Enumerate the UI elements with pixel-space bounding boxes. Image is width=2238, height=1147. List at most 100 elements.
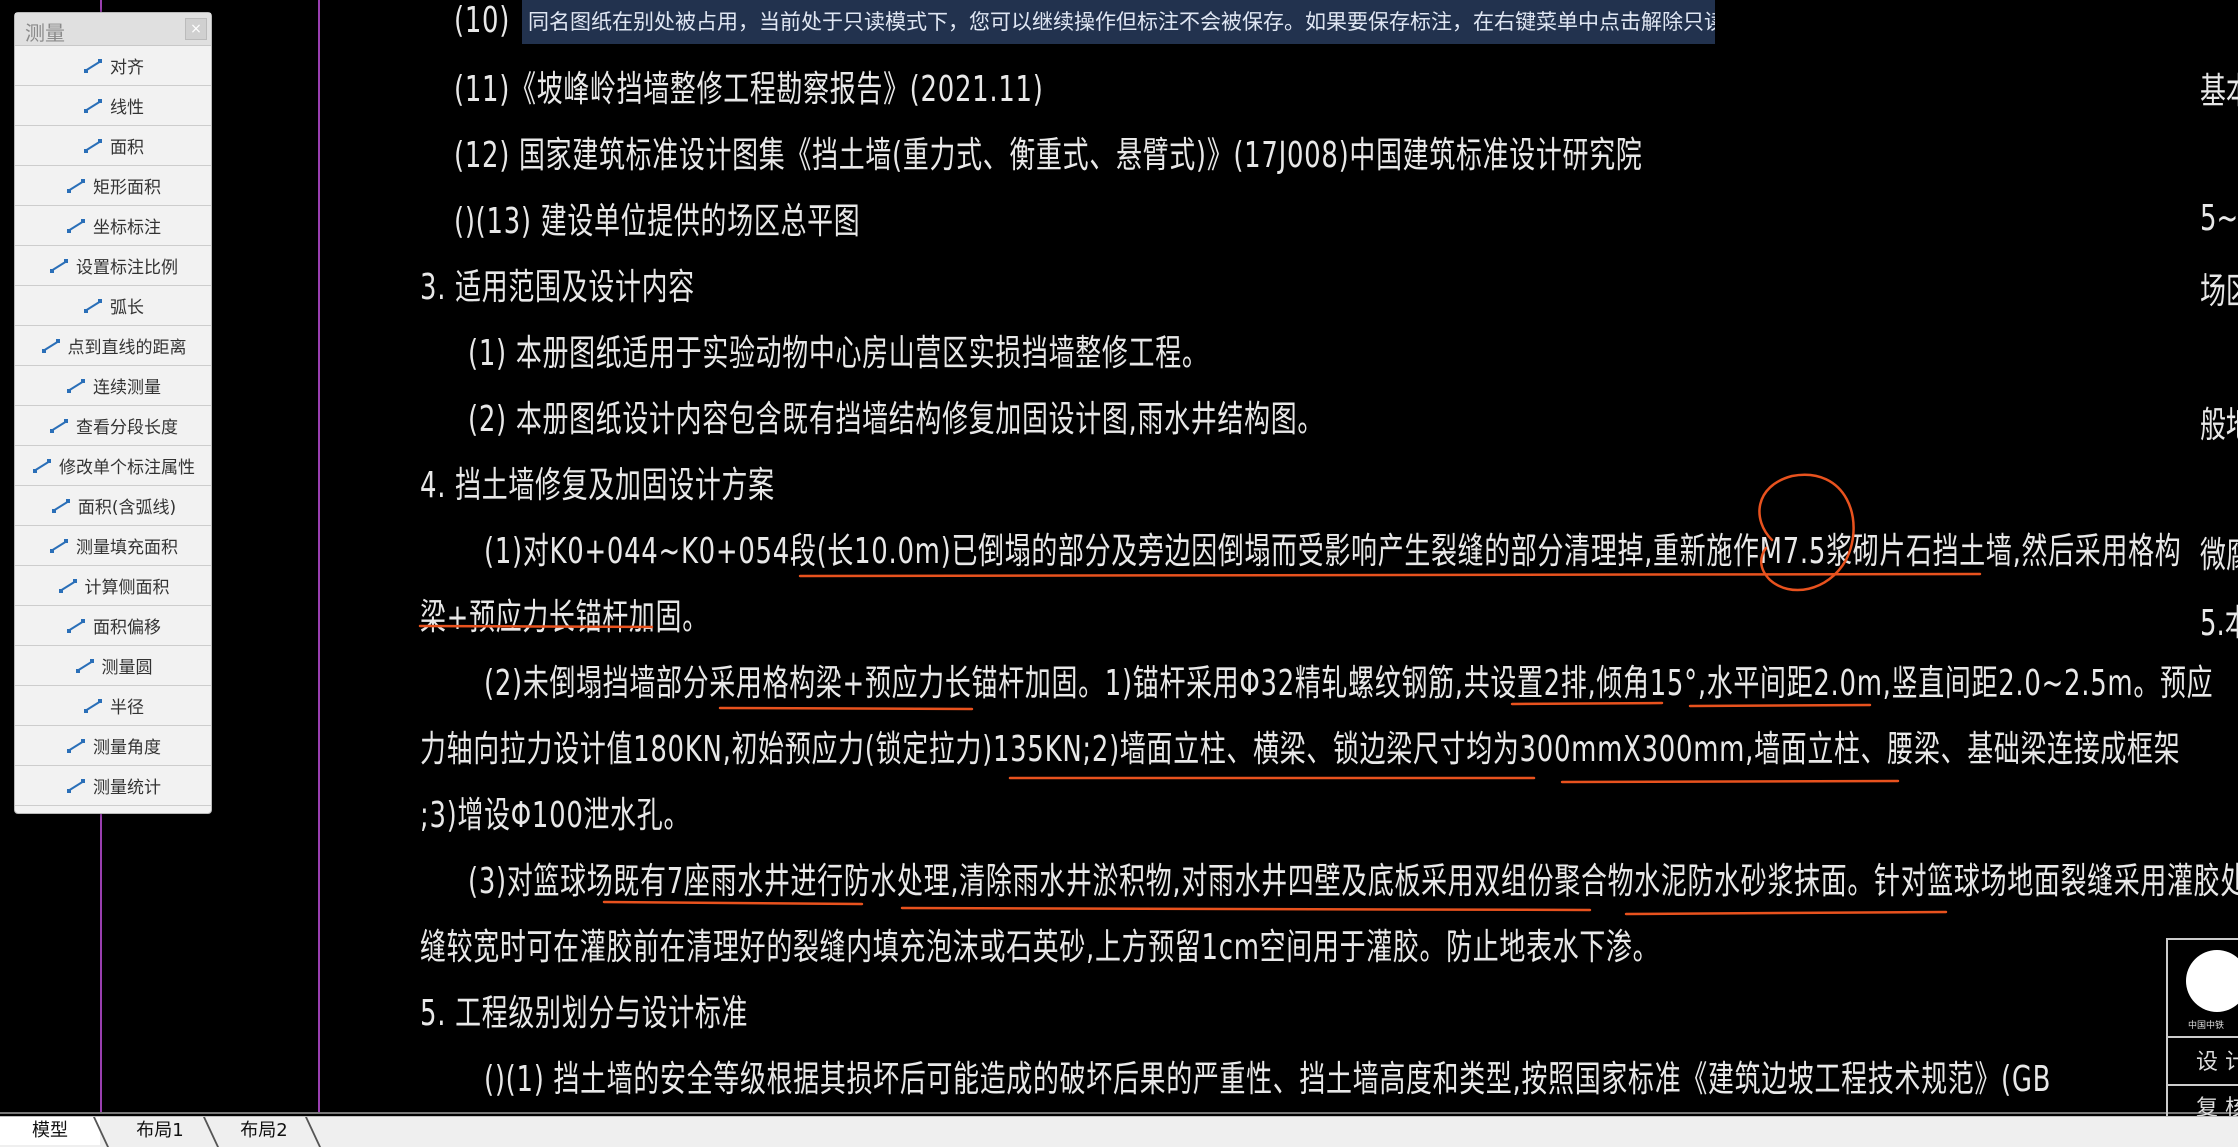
measure-tool-label: 连续测量 xyxy=(93,378,161,398)
drawing-canvas[interactable]: (10) (11)《坡峰岭挡墙整修工程勘察报告》(2021.11) (12) 国… xyxy=(0,0,2238,1116)
measure-tool-fill-area[interactable]: 测量填充面积 xyxy=(15,526,211,566)
section-heading-4: 4. 挡土墙修复及加固设计方案 xyxy=(420,465,775,506)
doc-line-4-2a: (2)未倒塌挡墙部分采用格构梁+预应力长锚杆加固。1)锚杆采用Φ32精轧螺纹钢筋… xyxy=(484,663,2214,704)
measure-tool-area[interactable]: 面积 xyxy=(15,126,211,166)
circle-icon xyxy=(74,657,96,675)
measure-tool-label: 计算侧面积 xyxy=(84,578,170,598)
measure-tool-side-area[interactable]: 计算侧面积 xyxy=(15,566,211,606)
doc-line-4-3a: (3)对篮球场既有7座雨水井进行防水处理,清除雨水井淤积物,对雨水井四壁及底板采… xyxy=(468,861,2238,902)
title-block-design: 设 计 xyxy=(2196,1050,2238,1075)
frame-line-right xyxy=(318,0,320,1112)
measure-tool-label: 坐标标注 xyxy=(93,218,161,238)
measure-tool-linear[interactable]: 线性 xyxy=(15,86,211,126)
measure-tool-label: 线性 xyxy=(110,98,144,118)
measure-tool-segment[interactable]: 查看分段长度 xyxy=(15,406,211,446)
layout-tab-bar: 模型 布局1 布局2 xyxy=(0,1116,2238,1147)
coordinate-icon xyxy=(65,217,87,235)
right-text-2: 5~ xyxy=(2200,198,2238,239)
measure-tool-statistics[interactable]: 测量统计 xyxy=(15,766,211,806)
title-block-review: 复 核 xyxy=(2196,1096,2238,1116)
arc-area-icon xyxy=(50,497,72,515)
doc-line-3-1: (1) 本册图纸适用于实验动物中心房山营区实损挡墙整修工程。 xyxy=(468,333,1209,374)
continuous-icon xyxy=(65,377,87,395)
measure-panel: 测量 × 对齐线性面积矩形面积坐标标注设置标注比例 弧长点到直线的距离 连续测量查看… xyxy=(14,12,212,814)
doc-line-4-1a: (1)对K0+044~K0+054段(长10.0m)已倒塌的部分及旁边因倒塌而受… xyxy=(484,531,2182,572)
doc-line-4-2b: 力轴向拉力设计值180KN,初始预应力(锁定拉力)135KN;2)墙面立柱、横梁… xyxy=(420,729,2181,770)
doc-line-13: ()(13) 建设单位提供的场区总平图 xyxy=(454,201,861,242)
right-text-6: 5.本 xyxy=(2200,603,2238,644)
measure-tool-label: 对齐 xyxy=(110,58,144,78)
measure-tool-arc[interactable]: 弧长 xyxy=(15,286,211,326)
underline-mark xyxy=(1624,910,1948,916)
measure-tool-area-offset[interactable]: 面积偏移 xyxy=(15,606,211,646)
right-text-1: 基本 xyxy=(2200,71,2238,112)
close-icon[interactable]: × xyxy=(185,18,207,40)
measure-tool-label: 点到直线的距离 xyxy=(67,338,187,358)
frame-line-bottom xyxy=(0,1112,2238,1114)
statistics-icon xyxy=(65,777,87,795)
segment-icon xyxy=(48,417,70,435)
measure-tool-angle[interactable]: 测量角度 xyxy=(15,726,211,766)
measure-tool-label: 设置标注比例 xyxy=(76,258,178,278)
linear-icon xyxy=(82,97,104,115)
point-line-icon xyxy=(40,337,62,355)
underline-mark xyxy=(798,572,1982,578)
doc-line-3-2: (2) 本册图纸设计内容包含既有挡墙结构修复加固设计图,雨水井结构图。 xyxy=(468,399,1325,440)
measure-tool-label: 半径 xyxy=(110,698,144,718)
measure-tool-label: 测量统计 xyxy=(93,778,161,798)
measure-tool-label: 测量圆 xyxy=(101,658,153,678)
underline-mark xyxy=(1560,779,1900,784)
doc-line-12: (12) 国家建筑标准设计图集《挡土墙(重力式、衡重式、悬臂式)》(17J008… xyxy=(454,135,1643,176)
side-area-icon xyxy=(57,577,79,595)
measure-panel-title: 测量 xyxy=(25,21,65,45)
measure-tool-label: 矩形面积 xyxy=(93,178,161,198)
right-text-3: 场区 xyxy=(2200,271,2238,312)
tab-layout2[interactable]: 布局2 xyxy=(214,1117,314,1145)
right-text-5: 微腐 xyxy=(2200,535,2238,576)
measure-tool-label: 修改单个标注属性 xyxy=(59,458,195,478)
tab-layout1[interactable]: 布局1 xyxy=(110,1117,210,1145)
measure-tool-label: 测量角度 xyxy=(93,738,161,758)
scale-icon xyxy=(48,257,70,275)
area-icon xyxy=(82,137,104,155)
section-heading-5: 5. 工程级别划分与设计标准 xyxy=(420,993,749,1034)
doc-line-5-1: ()(1) 挡土墙的安全等级根据其损坏后可能造成的破坏后果的严重性、挡土墙高度和… xyxy=(484,1059,2052,1100)
measure-tool-label: 测量填充面积 xyxy=(76,538,178,558)
measure-tool-radius[interactable]: 半径 xyxy=(15,686,211,726)
measure-tool-circle[interactable]: 测量圆 xyxy=(15,646,211,686)
right-text-4: 般地 xyxy=(2200,405,2238,446)
measure-tool-rect-area[interactable]: 矩形面积 xyxy=(15,166,211,206)
measure-tool-arc-area[interactable]: 面积(含弧线) xyxy=(15,486,211,526)
doc-line-4-3b: 缝较宽时可在灌胶前在清理好的裂缝内填充泡沫或石英砂,上方预留1cm空间用于灌胶。… xyxy=(420,927,1660,968)
fill-area-icon xyxy=(48,537,70,555)
measure-tool-list: 对齐线性面积矩形面积坐标标注设置标注比例 弧长点到直线的距离 连续测量查看分段长度修… xyxy=(15,46,211,806)
company-logo xyxy=(2186,950,2238,1012)
title-block: 中国中铁 设 计 复 核 xyxy=(2166,938,2238,1116)
readonly-notice-banner: 同名图纸在别处被占用，当前处于只读模式下，您可以继续操作但标注不会被保存。如果要… xyxy=(522,0,1715,44)
radius-icon xyxy=(82,697,104,715)
doc-line-11: (11)《坡峰岭挡墙整修工程勘察报告》(2021.11) xyxy=(454,69,1044,110)
doc-line-4-2c: ;3)增设Φ100泄水孔。 xyxy=(420,795,691,836)
doc-line-4-1b: 梁+预应力长锚杆加固。 xyxy=(420,597,709,638)
doc-line-10: (10) xyxy=(454,0,511,41)
measure-tool-edit-annotation[interactable]: 修改单个标注属性 xyxy=(15,446,211,486)
measure-tool-align[interactable]: 对齐 xyxy=(15,46,211,86)
measure-tool-label: 弧长 xyxy=(110,298,144,318)
measure-tool-point-line[interactable]: 点到直线的距离 xyxy=(15,326,211,366)
measure-tool-coordinate[interactable]: 坐标标注 xyxy=(15,206,211,246)
arc-icon xyxy=(82,297,104,315)
tab-model[interactable]: 模型 xyxy=(0,1117,100,1145)
underline-mark xyxy=(900,906,1592,912)
logo-caption: 中国中铁 xyxy=(2188,1021,2225,1031)
measure-tool-label: 面积偏移 xyxy=(93,618,161,638)
area-offset-icon xyxy=(65,617,87,635)
rect-area-icon xyxy=(65,177,87,195)
measure-tool-label: 面积 xyxy=(110,138,144,158)
measure-panel-header[interactable]: 测量 × xyxy=(15,13,211,46)
measure-tool-continuous[interactable]: 连续测量 xyxy=(15,366,211,406)
edit-annotation-icon xyxy=(31,457,53,475)
underline-mark xyxy=(718,706,974,711)
measure-tool-scale[interactable]: 设置标注比例 xyxy=(15,246,211,286)
measure-tool-label: 面积(含弧线) xyxy=(77,498,177,518)
angle-icon xyxy=(65,737,87,755)
